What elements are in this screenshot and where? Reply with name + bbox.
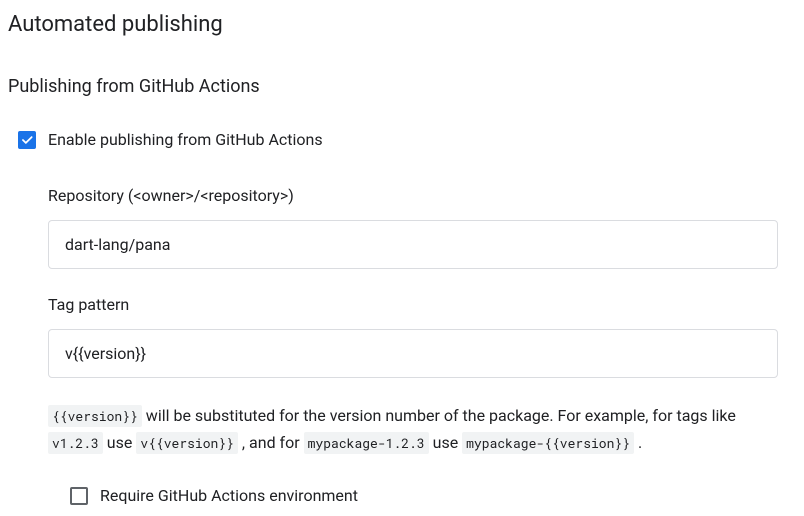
code-version-token: {{version}} [48,405,142,427]
section-title: Publishing from GitHub Actions [8,73,796,100]
enable-publishing-row: Enable publishing from GitHub Actions [8,128,796,152]
enable-publishing-label: Enable publishing from GitHub Actions [48,128,323,152]
tag-pattern-input[interactable] [48,329,778,378]
require-env-label: Require GitHub Actions environment [100,484,358,508]
require-env-checkbox[interactable] [70,487,88,505]
tag-pattern-help: {{version}} will be substituted for the … [48,402,778,456]
enable-publishing-checkbox[interactable] [18,131,36,149]
code-example-tag2: mypackage-1.2.3 [304,432,429,454]
page-title: Automated publishing [8,8,796,41]
code-example-tag: v1.2.3 [48,432,103,454]
repository-label: Repository (<owner>/<repository>) [48,184,778,208]
repository-input[interactable] [48,220,778,269]
tag-pattern-label: Tag pattern [48,293,778,317]
code-example-pattern: v{{version}} [136,432,238,454]
require-env-row: Require GitHub Actions environment [60,484,778,508]
code-example-pattern2: mypackage-{{version}} [462,432,634,454]
form-section: Repository (<owner>/<repository>) Tag pa… [48,184,796,508]
